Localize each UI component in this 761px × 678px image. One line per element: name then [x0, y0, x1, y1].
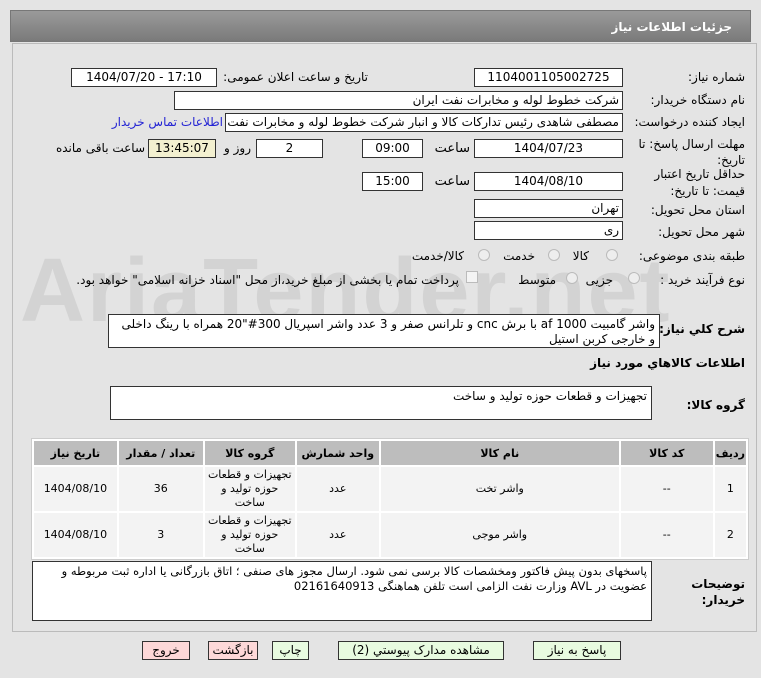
remaining-label: ساعت باقی مانده [55, 141, 145, 155]
deadline-time-label: ساعت [434, 141, 470, 156]
category-label: طبقه بندی موضوعی: [638, 249, 745, 263]
goods-table: ردیف کد کالا نام کالا واحد شمارش گروه کا… [31, 438, 749, 560]
table-row: 2 -- واشر موجی عدد تجهیزات و قطعات حوزه … [34, 513, 746, 557]
province-field[interactable]: تهران [474, 199, 623, 218]
need-number-field[interactable]: 1104001105002725 [474, 68, 623, 87]
cell-row: 1 [714, 467, 746, 511]
remarks-label: توضیحات خریدار: [691, 577, 745, 607]
cell-unit: عدد [296, 513, 379, 557]
radio-category-goods[interactable] [606, 249, 618, 261]
col-row: ردیف [714, 441, 746, 465]
cell-code: -- [620, 513, 713, 557]
city-label: شهر محل تحویل: [658, 225, 745, 239]
page-header: جزئیات اطلاعات نیاز [10, 10, 751, 42]
buyer-label: نام دستگاه خریدار: [650, 93, 746, 107]
col-qty: تعداد / مقدار [118, 441, 203, 465]
col-group: گروه کالا [204, 441, 295, 465]
radio-category-both[interactable] [478, 249, 490, 261]
col-date: تاریخ نیاز [34, 441, 117, 465]
table-header-row: ردیف کد کالا نام کالا واحد شمارش گروه کا… [34, 441, 746, 465]
cell-group: تجهیزات و قطعات حوزه تولید و ساخت [204, 467, 295, 511]
process-medium-label: متوسط [518, 273, 556, 287]
validity-time-field[interactable]: 15:00 [362, 172, 423, 191]
city-field[interactable]: ری [474, 221, 623, 240]
validity-date-field[interactable]: 1404/08/10 [474, 172, 623, 191]
cell-qty: 3 [118, 513, 203, 557]
goods-section-title: اطلاعات کالاهاي مورد نیاز [590, 356, 745, 370]
category-service-label: خدمت [503, 249, 535, 263]
goods-group-label: گروه کالا: [686, 398, 745, 412]
buyer-contact-link[interactable]: اطلاعات تماس خریدار [112, 115, 223, 129]
deadline-label: مهلت ارسال پاسخ: تا تاریخ: [638, 137, 745, 167]
cell-qty: 36 [118, 467, 203, 511]
radio-process-minor[interactable] [628, 272, 640, 284]
process-label: نوع فرآیند خرید : [660, 273, 745, 287]
cell-row: 2 [714, 513, 746, 557]
description-label: شرح کلي نیاز: [659, 322, 745, 336]
process-minor-label: جزیی [585, 273, 613, 287]
page-title: جزئیات اطلاعات نیاز [611, 20, 732, 34]
need-number-label: شماره نیاز: [688, 70, 745, 84]
goods-group-textarea[interactable]: تجهیزات و قطعات حوزه تولید و ساخت [110, 386, 652, 420]
remaining-time-field: 13:45:07 [148, 139, 216, 158]
print-button[interactable]: چاپ [272, 641, 309, 660]
cell-date: 1404/08/10 [34, 467, 117, 511]
days-label: روز و [224, 141, 251, 155]
creator-label: ایجاد کننده درخواست: [634, 115, 745, 129]
table-row: 1 -- واشر تخت عدد تجهیزات و قطعات حوزه ت… [34, 467, 746, 511]
deadline-time-field[interactable]: 09:00 [362, 139, 423, 158]
view-attachments-button[interactable]: مشاهده مدارک پیوستي (2) [338, 641, 504, 660]
cell-name: واشر تخت [380, 467, 619, 511]
radio-category-service[interactable] [548, 249, 560, 261]
cell-group: تجهیزات و قطعات حوزه تولید و ساخت [204, 513, 295, 557]
treasury-payment-note: پرداخت تمام یا بخشی از مبلغ خرید،از محل … [76, 273, 459, 287]
cell-name: واشر موجی [380, 513, 619, 557]
cell-code: -- [620, 467, 713, 511]
validity-time-label: ساعت [434, 174, 470, 189]
validity-label: حداقل تاریخ اعتبار قیمت: تا تاریخ: [654, 167, 745, 198]
col-name: نام کالا [380, 441, 619, 465]
reply-button[interactable]: پاسخ به نیاز [533, 641, 621, 660]
col-unit: واحد شمارش [296, 441, 379, 465]
treasury-payment-checkbox[interactable] [466, 271, 478, 283]
radio-process-medium[interactable] [566, 272, 578, 284]
exit-button[interactable]: خروج [142, 641, 190, 660]
col-code: کد کالا [620, 441, 713, 465]
buyer-field[interactable]: شرکت خطوط لوله و مخابرات نفت ایران [174, 91, 623, 110]
cell-unit: عدد [296, 467, 379, 511]
creator-field[interactable]: مصطفی شاهدی رئیس تدارکات کالا و انبار شر… [225, 113, 623, 132]
back-button[interactable]: بازگشت [208, 641, 258, 660]
category-both-label: کالا/خدمت [411, 249, 464, 263]
category-goods-label: کالا [572, 249, 589, 263]
days-field[interactable]: 2 [256, 139, 323, 158]
remarks-textarea[interactable]: پاسخهای بدون پیش فاکتور ومخشصات کالا برس… [32, 561, 652, 621]
province-label: استان محل تحویل: [650, 203, 745, 217]
deadline-date-field[interactable]: 1404/07/23 [474, 139, 623, 158]
announce-label: تاریخ و ساعت اعلان عمومی: [223, 70, 368, 84]
description-textarea[interactable]: واشر گامبیت af 1000 با برش cnc و تلرانس … [108, 314, 660, 348]
announce-field[interactable]: 1404/07/20 - 17:10 [71, 68, 217, 87]
cell-date: 1404/08/10 [34, 513, 117, 557]
